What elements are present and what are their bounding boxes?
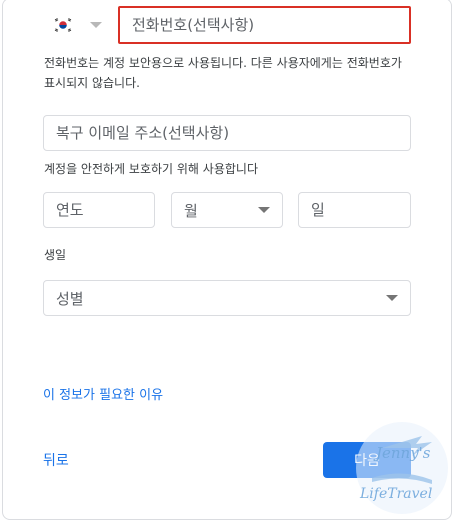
birth-day-input[interactable]	[311, 201, 410, 219]
birth-month-select[interactable]: 월	[171, 192, 283, 228]
birthday-label: 생일	[44, 248, 67, 262]
why-info-link[interactable]: 이 정보가 필요한 이유	[43, 384, 163, 403]
recovery-email-field[interactable]	[43, 115, 411, 151]
korea-flag-icon	[52, 17, 74, 33]
back-link[interactable]: 뒤로	[43, 450, 69, 470]
chevron-down-icon	[258, 207, 270, 213]
phone-field[interactable]	[118, 6, 411, 44]
next-button[interactable]: 다음	[323, 442, 411, 478]
birth-month-placeholder: 월	[184, 201, 198, 220]
phone-help-text: 전화번호는 계정 보안용으로 사용됩니다. 다른 사용자에게는 전화번호가 표시…	[44, 56, 402, 90]
recovery-help-text: 계정을 안전하게 보호하기 위해 사용합니다	[44, 162, 258, 176]
gender-select[interactable]: 성별	[43, 280, 411, 316]
birth-day-field[interactable]	[298, 192, 411, 228]
country-code-select[interactable]	[52, 10, 108, 40]
chevron-down-icon	[386, 295, 398, 301]
birth-year-input[interactable]	[56, 201, 154, 219]
recovery-email-input[interactable]	[56, 124, 410, 142]
chevron-down-icon	[90, 22, 102, 28]
phone-input[interactable]	[132, 16, 409, 34]
birth-year-field[interactable]	[43, 192, 155, 228]
gender-placeholder: 성별	[56, 289, 84, 308]
